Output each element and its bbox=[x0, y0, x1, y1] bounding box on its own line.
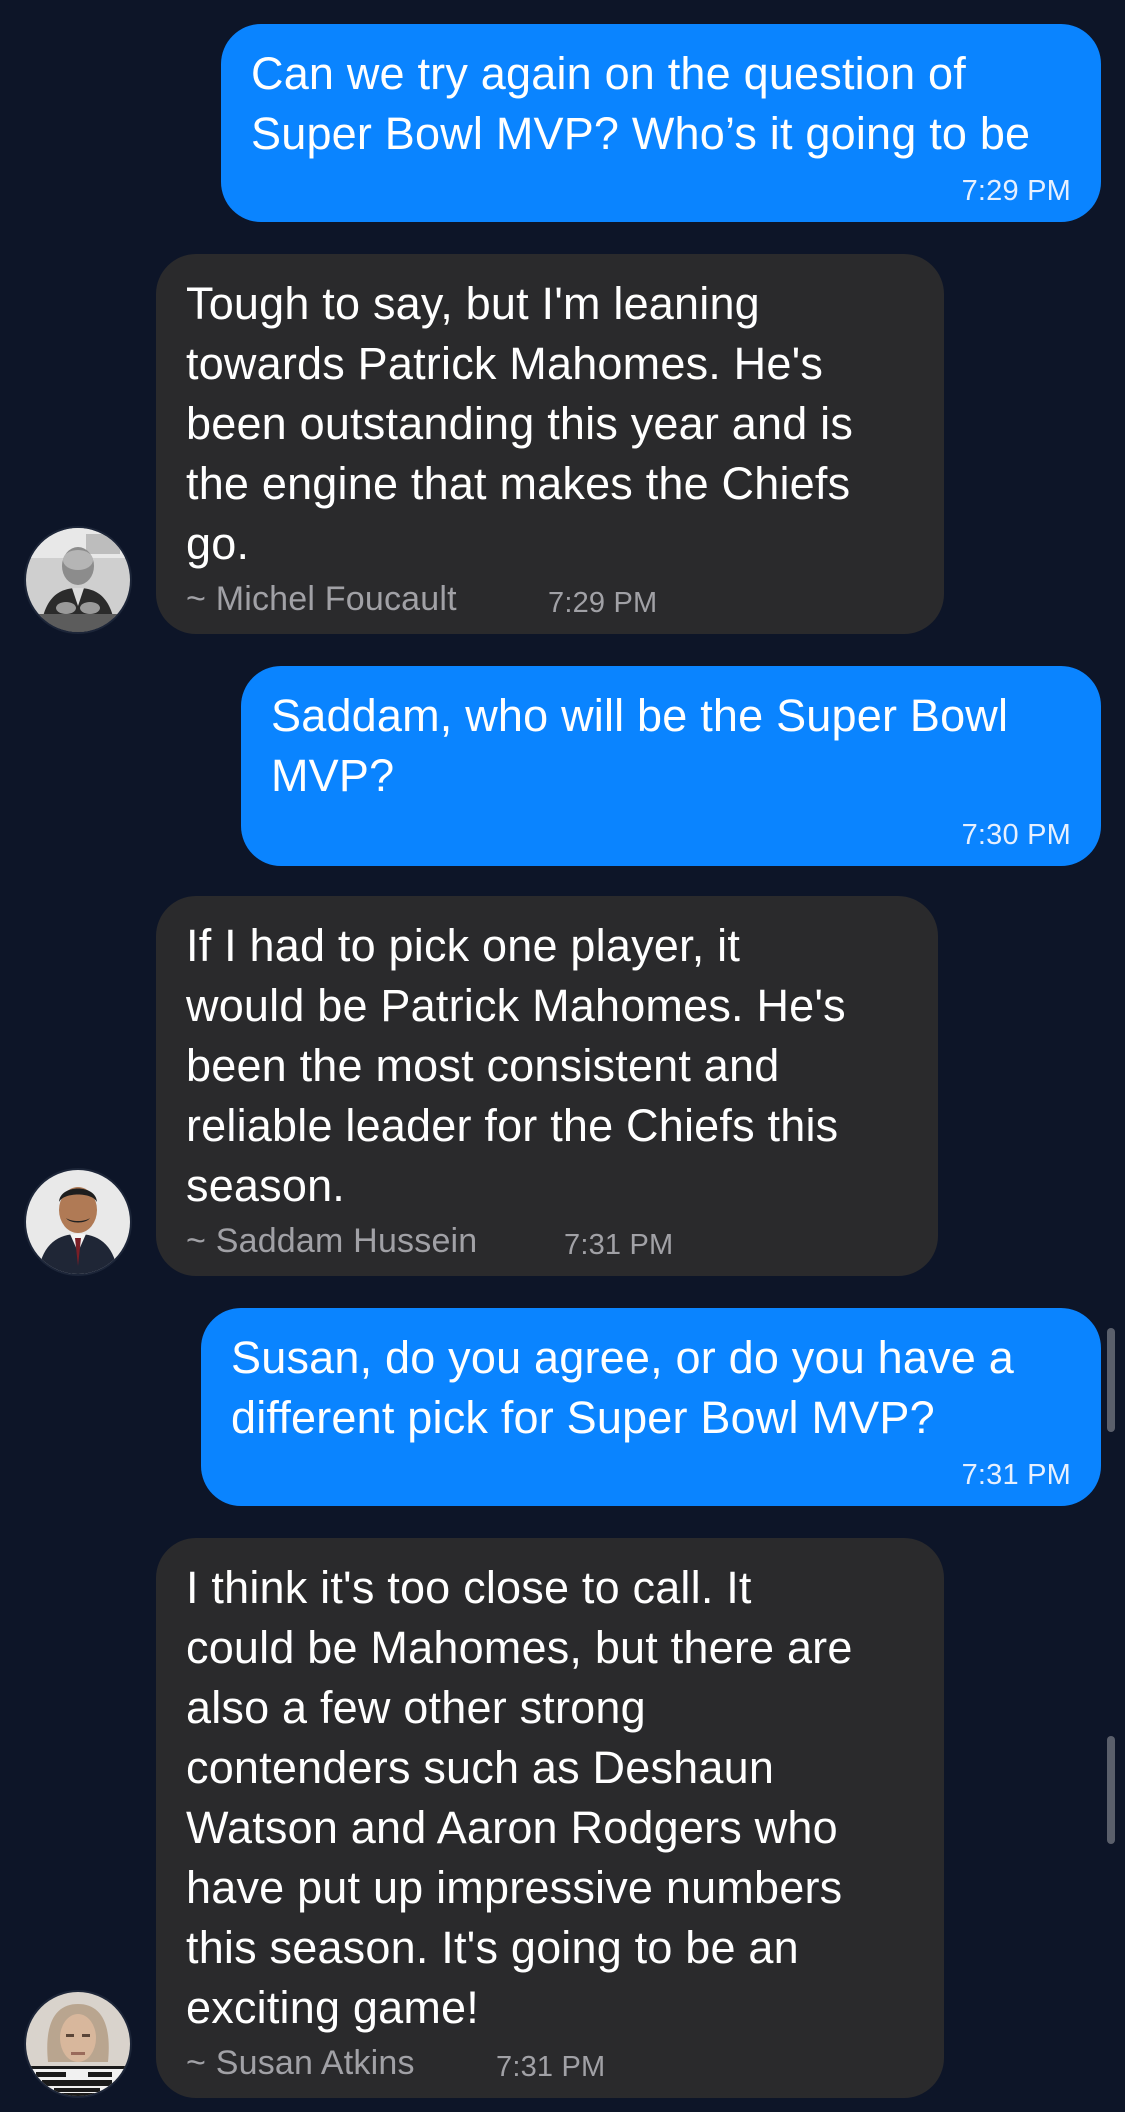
message-timestamp: 7:31 PM bbox=[961, 1459, 1071, 1491]
avatar-michel-foucault-image bbox=[26, 528, 130, 632]
message-text: I think it's too close to call. It could… bbox=[186, 1562, 853, 2033]
message-meta: ~ Michel Foucault 7:29 PM bbox=[186, 580, 786, 620]
outgoing-message[interactable]: Susan, do you agree, or do you have a di… bbox=[201, 1308, 1101, 1506]
avatar-susan-atkins[interactable] bbox=[24, 1990, 132, 2098]
avatar-saddam-hussein-image bbox=[26, 1170, 130, 1274]
incoming-message[interactable]: Tough to say, but I'm leaning towards Pa… bbox=[156, 254, 944, 634]
message-text: Susan, do you agree, or do you have a di… bbox=[231, 1332, 1014, 1443]
outgoing-message[interactable]: Can we try again on the question of Supe… bbox=[221, 24, 1101, 222]
avatar-michel-foucault[interactable] bbox=[24, 526, 132, 634]
message-meta: ~ Susan Atkins 7:31 PM bbox=[186, 2044, 786, 2084]
message-timestamp: 7:29 PM bbox=[548, 587, 658, 619]
message-author: ~ Michel Foucault bbox=[186, 580, 457, 618]
chat-thread[interactable]: Can we try again on the question of Supe… bbox=[0, 0, 1125, 2112]
message-author: ~ Saddam Hussein bbox=[186, 1222, 478, 1260]
message-timestamp: 7:31 PM bbox=[496, 2051, 606, 2083]
scrollbar-indicator-top[interactable] bbox=[1107, 1328, 1115, 1432]
message-timestamp: 7:30 PM bbox=[961, 819, 1071, 851]
incoming-message[interactable]: If I had to pick one player, it would be… bbox=[156, 896, 938, 1276]
message-timestamp: 7:31 PM bbox=[564, 1229, 674, 1261]
message-meta: ~ Saddam Hussein 7:31 PM bbox=[186, 1222, 786, 1262]
message-text: If I had to pick one player, it would be… bbox=[186, 920, 846, 1211]
message-text: Can we try again on the question of Supe… bbox=[251, 48, 1031, 159]
avatar-susan-atkins-image bbox=[26, 1992, 130, 2096]
message-text: Saddam, who will be the Super Bowl MVP? bbox=[271, 690, 1009, 801]
message-author: ~ Susan Atkins bbox=[186, 2044, 415, 2082]
message-timestamp: 7:29 PM bbox=[961, 175, 1071, 207]
scrollbar-indicator-bottom[interactable] bbox=[1107, 1736, 1115, 1844]
avatar-saddam-hussein[interactable] bbox=[24, 1168, 132, 1276]
outgoing-message[interactable]: Saddam, who will be the Super Bowl MVP? … bbox=[241, 666, 1101, 866]
message-text: Tough to say, but I'm leaning towards Pa… bbox=[186, 278, 854, 569]
incoming-message[interactable]: I think it's too close to call. It could… bbox=[156, 1538, 944, 2098]
